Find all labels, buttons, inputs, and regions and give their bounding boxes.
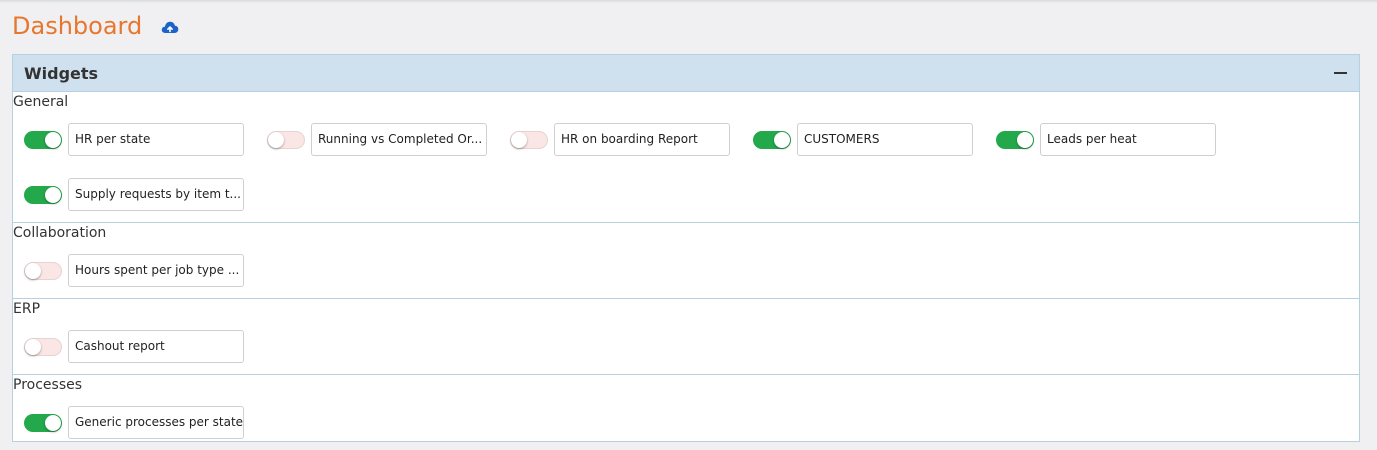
page-title: Dashboard <box>12 12 143 40</box>
widget-name-field[interactable]: Leads per heat <box>1040 123 1216 156</box>
widget-item: Cashout report <box>24 319 267 374</box>
widget-item: Leads per heat <box>996 112 1239 167</box>
section-processes: Processes Generic processes per state <box>13 375 1359 450</box>
widget-toggle[interactable] <box>24 337 62 356</box>
widget-grid: Generic processes per state <box>13 395 1359 450</box>
widget-item: Running vs Completed Or... <box>267 112 510 167</box>
section-title: Processes <box>13 377 83 393</box>
section-title: ERP <box>13 301 41 317</box>
widget-grid: Hours spent per job type ... <box>13 243 1359 298</box>
section-title: Collaboration <box>13 225 107 241</box>
cloud-upload-icon[interactable] <box>161 19 179 33</box>
widget-item: HR per state <box>24 112 267 167</box>
toggle-knob <box>774 131 790 148</box>
widget-toggle[interactable] <box>24 130 62 149</box>
toggle-knob <box>268 131 284 148</box>
page-header: Dashboard <box>12 9 179 43</box>
toggle-knob <box>45 186 61 203</box>
toggle-knob <box>45 131 61 148</box>
widget-toggle[interactable] <box>267 130 305 149</box>
widget-toggle[interactable] <box>24 413 62 432</box>
toggle-knob <box>25 338 41 355</box>
top-shadow <box>0 0 1377 3</box>
toggle-knob <box>511 131 527 148</box>
section-collaboration: Collaboration Hours spent per job type .… <box>13 223 1359 299</box>
panel-header: Widgets <box>13 55 1359 92</box>
widget-name-field[interactable]: CUSTOMERS <box>797 123 973 156</box>
widget-item: Supply requests by item t... <box>24 167 267 222</box>
widget-item: Generic processes per state <box>24 395 267 450</box>
widget-grid: Cashout report <box>13 319 1359 374</box>
widget-toggle[interactable] <box>24 185 62 204</box>
widget-grid: HR per state Running vs Completed Or... … <box>13 112 1359 222</box>
section-erp: ERP Cashout report <box>13 299 1359 375</box>
widget-toggle[interactable] <box>996 130 1034 149</box>
toggle-knob <box>45 414 61 431</box>
widgets-panel: Widgets General HR per state Running vs … <box>12 54 1360 442</box>
widget-name-field[interactable]: Cashout report <box>68 330 244 363</box>
panel-title: Widgets <box>24 63 99 83</box>
widget-name-field[interactable]: Hours spent per job type ... <box>68 254 244 287</box>
widget-item: Hours spent per job type ... <box>24 243 267 298</box>
widget-name-field[interactable]: Generic processes per state <box>68 406 244 439</box>
widget-item: CUSTOMERS <box>753 112 996 167</box>
widget-name-field[interactable]: HR on boarding Report <box>554 123 730 156</box>
widget-toggle[interactable] <box>753 130 791 149</box>
widget-name-field[interactable]: Supply requests by item t... <box>68 178 244 211</box>
section-general: General HR per state Running vs Complete… <box>13 92 1359 223</box>
widget-toggle[interactable] <box>510 130 548 149</box>
widget-item: HR on boarding Report <box>510 112 753 167</box>
widget-toggle[interactable] <box>24 261 62 280</box>
minus-icon[interactable] <box>1333 66 1347 80</box>
toggle-knob <box>1017 131 1033 148</box>
section-title: General <box>13 94 69 110</box>
widget-name-field[interactable]: Running vs Completed Or... <box>311 123 487 156</box>
toggle-knob <box>25 262 41 279</box>
widget-name-field[interactable]: HR per state <box>68 123 244 156</box>
